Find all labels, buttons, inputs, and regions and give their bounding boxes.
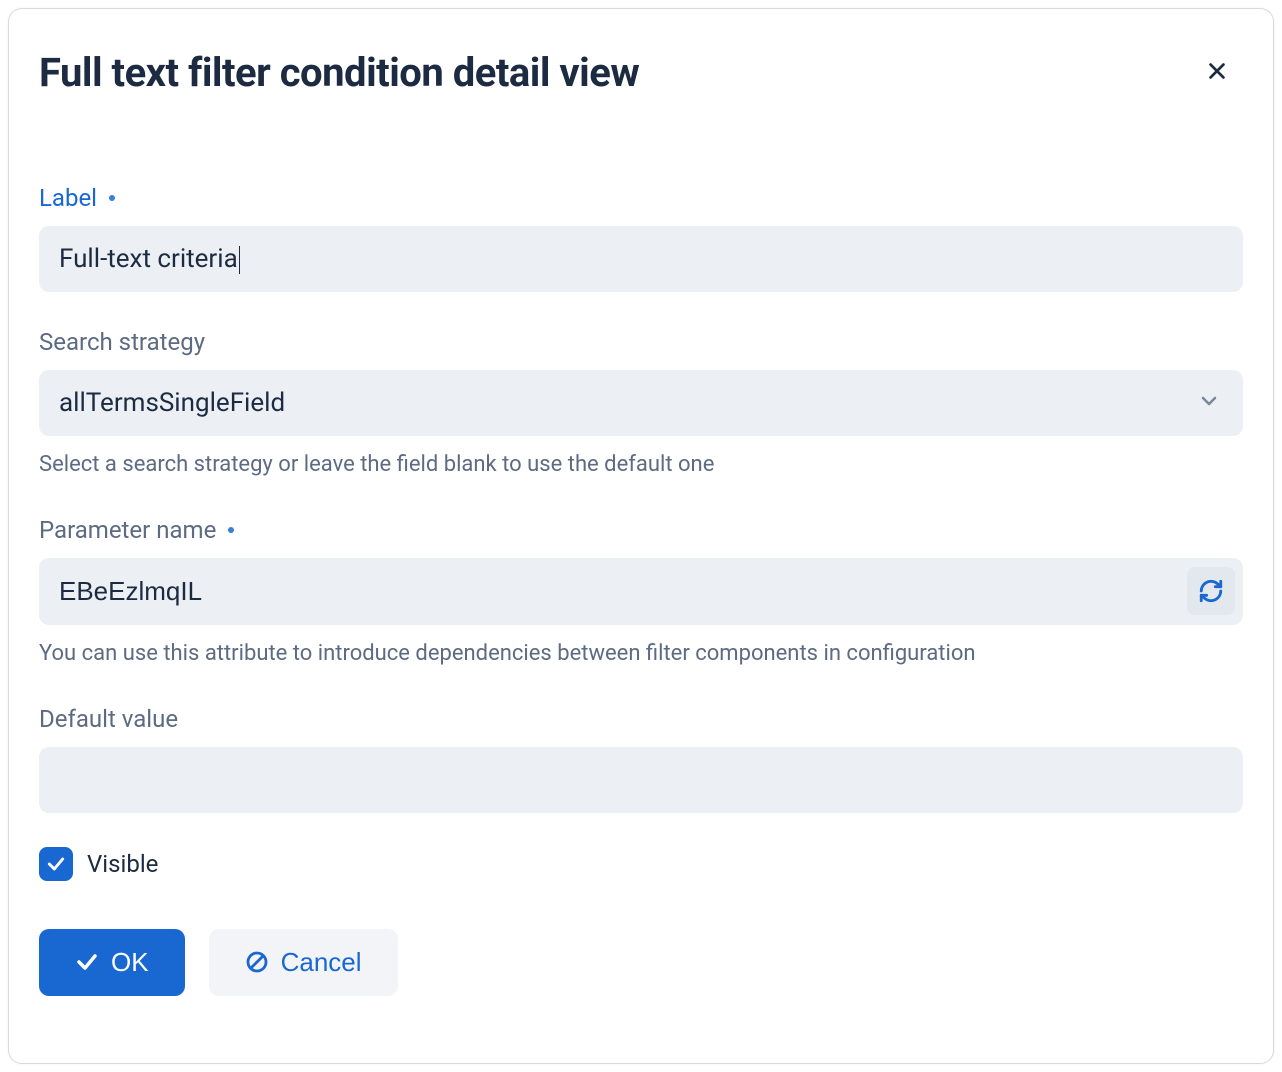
param-helper-text: You can use this attribute to introduce … — [39, 639, 1243, 669]
visible-checkbox-label: Visible — [87, 850, 158, 878]
default-field-label: Default value — [39, 705, 1243, 733]
default-input[interactable] — [39, 746, 1243, 813]
field-visible: Visible — [39, 847, 1243, 881]
strategy-field-label: Search strategy — [39, 328, 1243, 356]
cancel-button[interactable]: Cancel — [209, 929, 398, 996]
field-parameter-name: Parameter name You can use this attribut… — [39, 516, 1243, 669]
strategy-select-value: allTermsSingleField — [39, 370, 1243, 436]
required-indicator-icon — [109, 195, 115, 201]
cancel-button-label: Cancel — [281, 947, 362, 978]
form: Label Full-text criteria Search strategy… — [39, 184, 1243, 996]
param-field-label-text: Parameter name — [39, 516, 216, 544]
default-input-wrap[interactable] — [39, 747, 1243, 813]
check-icon — [46, 854, 66, 874]
param-input[interactable] — [39, 558, 1243, 625]
text-cursor-icon — [239, 246, 241, 274]
strategy-select[interactable]: allTermsSingleField — [39, 370, 1243, 436]
ok-button-label: OK — [111, 947, 149, 978]
refresh-icon — [1198, 578, 1224, 604]
label-input-value: Full-text criteria — [59, 244, 238, 274]
label-input-wrap[interactable]: Full-text criteria — [39, 226, 1243, 292]
regenerate-button[interactable] — [1187, 567, 1235, 615]
strategy-helper-text: Select a search strategy or leave the fi… — [39, 450, 1243, 480]
field-strategy: Search strategy allTermsSingleField Sele… — [39, 328, 1243, 480]
check-icon — [75, 950, 99, 974]
required-indicator-icon — [228, 527, 234, 533]
cancel-icon — [245, 950, 269, 974]
visible-checkbox[interactable] — [39, 847, 73, 881]
close-button[interactable] — [1197, 51, 1237, 91]
field-default-value: Default value — [39, 705, 1243, 813]
close-icon — [1206, 60, 1228, 82]
label-field-label-text: Label — [39, 184, 97, 212]
param-field-label: Parameter name — [39, 516, 1243, 544]
field-label: Label Full-text criteria — [39, 184, 1243, 292]
dialog-title: Full text filter condition detail view — [39, 49, 1243, 96]
dialog: Full text filter condition detail view L… — [8, 8, 1274, 1064]
label-field-label: Label — [39, 184, 1243, 212]
label-input[interactable]: Full-text criteria — [39, 226, 1243, 292]
dialog-actions: OK Cancel — [39, 929, 1243, 996]
ok-button[interactable]: OK — [39, 929, 185, 996]
param-input-wrap[interactable] — [39, 558, 1243, 625]
